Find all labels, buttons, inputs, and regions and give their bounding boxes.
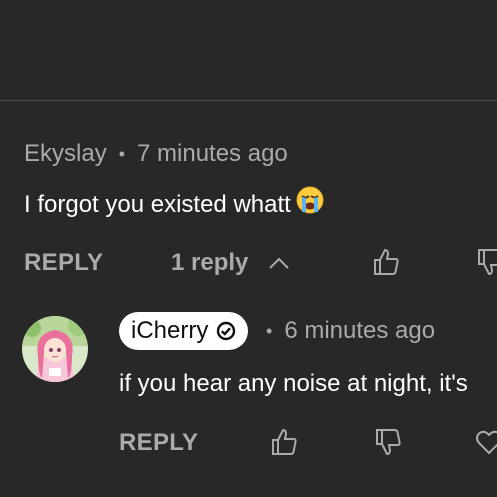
dislike-button[interactable] [474, 248, 497, 280]
divider [0, 100, 497, 101]
like-button[interactable] [370, 248, 402, 280]
heart-icon [474, 427, 497, 462]
comment-body: I forgot you existed whatt [24, 190, 291, 218]
replies-count-label: 1 reply [171, 249, 249, 276]
reply-author-badge[interactable]: iCherry [119, 312, 249, 350]
verified-check-icon [216, 321, 236, 341]
reply-button[interactable]: REPLY [119, 429, 198, 457]
reply-author: iCherry [131, 317, 209, 344]
thumbs-up-icon [371, 247, 401, 282]
like-button[interactable] [268, 428, 300, 460]
chevron-up-icon [268, 256, 290, 270]
meta-separator-dot: • [118, 143, 125, 164]
comments-panel: Ekyslay • 7 minutes ago I forgot you exi… [0, 0, 497, 497]
reply-text: if you hear any noise at night, it's [119, 370, 468, 397]
thumbs-up-icon [269, 427, 299, 462]
avatar[interactable] [22, 316, 88, 382]
comment-author[interactable]: Ekyslay [24, 140, 107, 168]
meta-separator-dot: • [266, 320, 273, 341]
thumbs-down-icon [475, 247, 497, 282]
dislike-button[interactable] [372, 428, 404, 460]
thumbs-down-icon [373, 427, 403, 462]
comment-meta: Ekyslay • 7 minutes ago [24, 140, 288, 168]
comment-time[interactable]: 7 minutes ago [137, 140, 288, 168]
reply-meta: • 6 minutes ago [266, 317, 435, 345]
heart-button[interactable] [473, 428, 497, 460]
reply-button[interactable]: REPLY [24, 249, 103, 277]
view-replies-toggle[interactable]: 1 reply [171, 249, 290, 277]
loudly-crying-face-icon [295, 185, 325, 222]
comment-text: I forgot you existed whatt [24, 186, 325, 222]
reply-time[interactable]: 6 minutes ago [284, 317, 435, 345]
